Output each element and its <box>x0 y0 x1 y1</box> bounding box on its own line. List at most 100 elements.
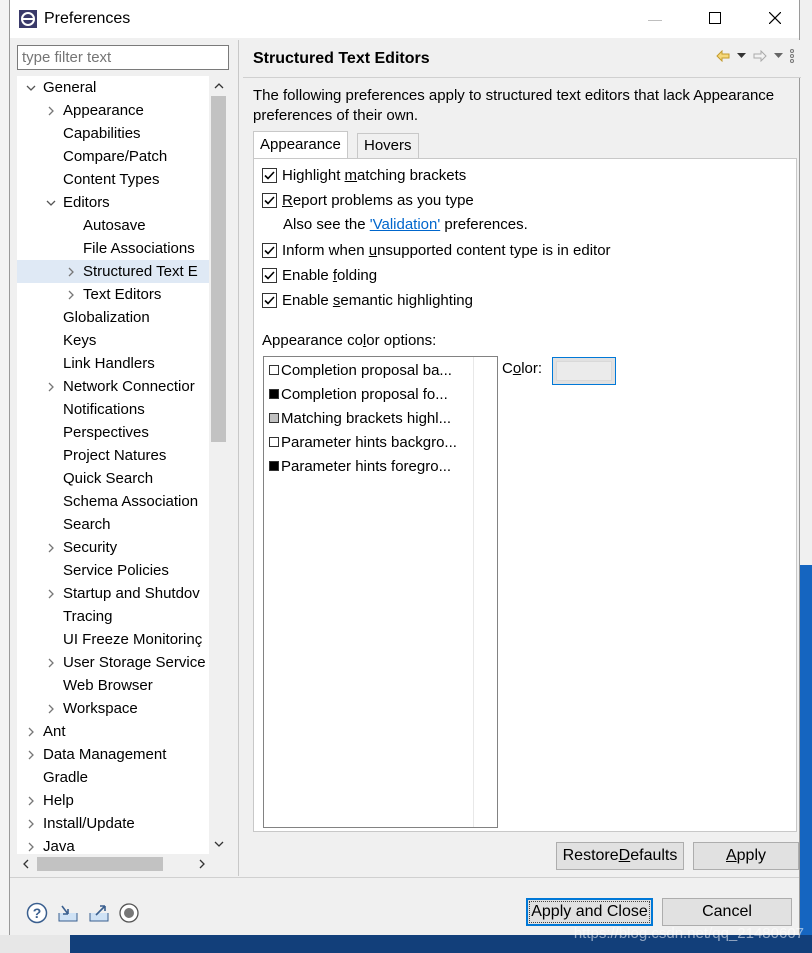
back-dropdown-icon[interactable] <box>737 53 746 59</box>
chevron-down-icon[interactable] <box>25 76 37 99</box>
help-icon[interactable]: ? <box>25 901 49 925</box>
hscroll-thumb[interactable] <box>37 857 163 871</box>
tree-item[interactable]: File Associations <box>17 237 217 260</box>
chevron-right-icon[interactable] <box>65 283 77 306</box>
color-picker-button[interactable] <box>552 357 616 385</box>
import-icon[interactable] <box>56 901 80 925</box>
tree-item[interactable]: Link Handlers <box>17 352 217 375</box>
tab-hovers[interactable]: Hovers <box>357 133 419 159</box>
inform-unsupported-option[interactable]: Inform when unsupported content type is … <box>262 239 611 261</box>
tree-item-label: UI Freeze Monitorinç <box>63 631 203 648</box>
tree-item[interactable]: Project Natures <box>17 444 217 467</box>
chevron-right-icon[interactable] <box>45 536 57 559</box>
chevron-right-icon[interactable] <box>25 835 37 854</box>
forward-arrow-icon[interactable] <box>752 50 768 62</box>
tree-item[interactable]: Data Management <box>17 743 217 766</box>
tree-item[interactable]: Schema Association <box>17 490 217 513</box>
tree-item[interactable]: Startup and Shutdov <box>17 582 217 605</box>
tree-item[interactable]: Perspectives <box>17 421 217 444</box>
chevron-right-icon[interactable] <box>45 582 57 605</box>
color-option-item[interactable]: Completion proposal fo... <box>269 382 448 406</box>
tree-item[interactable]: Ant <box>17 720 217 743</box>
tree-item[interactable]: Web Browser <box>17 674 217 697</box>
tree-item[interactable]: General <box>17 76 217 99</box>
color-list-scrollbar[interactable] <box>473 357 497 827</box>
semantic-highlighting-option[interactable]: Enable semantic highlighting <box>262 289 473 311</box>
chevron-down-icon[interactable] <box>45 191 57 214</box>
maximize-button[interactable] <box>692 0 738 38</box>
tree-item[interactable]: Text Editors <box>17 283 217 306</box>
forward-dropdown-icon[interactable] <box>774 53 783 59</box>
semantic-highlighting-checkbox[interactable] <box>262 292 277 308</box>
highlight-brackets-checkbox[interactable] <box>262 167 277 183</box>
highlight-brackets-option[interactable]: Highlight matching brackets <box>262 164 466 186</box>
color-option-item[interactable]: Matching brackets highl... <box>269 406 451 430</box>
tree-item[interactable]: Globalization <box>17 306 217 329</box>
scroll-right-icon[interactable] <box>193 854 211 874</box>
tree-item[interactable]: Gradle <box>17 766 217 789</box>
restore-defaults-button[interactable]: Restore Defaults <box>556 842 684 870</box>
tree-item[interactable]: Install/Update <box>17 812 217 835</box>
chevron-right-icon[interactable] <box>45 375 57 398</box>
tree-item[interactable]: User Storage Service <box>17 651 217 674</box>
scroll-down-icon[interactable] <box>209 834 228 854</box>
tree-item-label: Link Handlers <box>63 355 155 372</box>
tree-item[interactable]: Editors <box>17 191 217 214</box>
record-icon[interactable] <box>117 901 141 925</box>
report-problems-option[interactable]: Report problems as you type <box>262 189 474 211</box>
tree-item[interactable]: Structured Text E <box>17 260 217 283</box>
scroll-thumb[interactable] <box>211 96 226 442</box>
tree-item[interactable]: Service Policies <box>17 559 217 582</box>
tree-item[interactable]: Autosave <box>17 214 217 237</box>
close-button[interactable] <box>752 0 798 38</box>
enable-folding-checkbox[interactable] <box>262 267 277 283</box>
chevron-right-icon[interactable] <box>25 789 37 812</box>
tree-vertical-scrollbar[interactable] <box>209 76 228 854</box>
view-menu-icon[interactable] <box>789 48 795 64</box>
tree-item[interactable]: Quick Search <box>17 467 217 490</box>
filter-input[interactable] <box>17 45 229 70</box>
tree-item[interactable]: Search <box>17 513 217 536</box>
tree-item[interactable]: Network Connectior <box>17 375 217 398</box>
tree-item[interactable]: Appearance <box>17 99 217 122</box>
tree-item[interactable]: Java <box>17 835 217 854</box>
tree-item[interactable]: Workspace <box>17 697 217 720</box>
apply-button[interactable]: Apply <box>693 842 799 870</box>
chevron-right-icon[interactable] <box>25 812 37 835</box>
tree-item[interactable]: Compare/Patch <box>17 145 217 168</box>
tree-item[interactable]: Security <box>17 536 217 559</box>
validation-link[interactable]: 'Validation' <box>370 216 441 233</box>
color-label: Color: <box>502 360 543 377</box>
color-options-list[interactable]: Completion proposal ba... Completion prop… <box>263 356 498 828</box>
tree-item[interactable]: Tracing <box>17 605 217 628</box>
export-icon[interactable] <box>87 901 111 925</box>
back-arrow-icon[interactable] <box>715 50 731 62</box>
enable-folding-option[interactable]: Enable folding <box>262 264 377 286</box>
color-option-item[interactable]: Parameter hints backgro... <box>269 430 457 454</box>
tree-item[interactable]: Content Types <box>17 168 217 191</box>
report-problems-checkbox[interactable] <box>262 192 277 208</box>
apply-and-close-button[interactable]: Apply and Close <box>526 898 653 926</box>
tree-item[interactable]: Notifications <box>17 398 217 421</box>
scroll-left-icon[interactable] <box>17 854 35 874</box>
chevron-right-icon[interactable] <box>45 651 57 674</box>
chevron-right-icon[interactable] <box>65 260 77 283</box>
tree-item[interactable]: Keys <box>17 329 217 352</box>
tab-appearance[interactable]: Appearance <box>253 131 348 158</box>
chevron-right-icon[interactable] <box>25 720 37 743</box>
tree-item[interactable]: Capabilities <box>17 122 217 145</box>
color-option-item[interactable]: Parameter hints foregro... <box>269 454 451 478</box>
inform-unsupported-checkbox[interactable] <box>262 242 277 258</box>
cancel-button[interactable]: Cancel <box>662 898 792 926</box>
chevron-right-icon[interactable] <box>45 99 57 122</box>
minimize-button[interactable]: — <box>632 0 678 38</box>
chevron-right-icon[interactable] <box>25 743 37 766</box>
tree-item-label: File Associations <box>83 240 195 257</box>
pane-divider[interactable] <box>238 40 239 876</box>
color-option-item[interactable]: Completion proposal ba... <box>269 358 452 382</box>
chevron-right-icon[interactable] <box>45 697 57 720</box>
tree-item[interactable]: Help <box>17 789 217 812</box>
tree-horizontal-scrollbar[interactable] <box>17 854 209 874</box>
tree-item[interactable]: UI Freeze Monitorinç <box>17 628 217 651</box>
scroll-up-icon[interactable] <box>209 76 228 96</box>
